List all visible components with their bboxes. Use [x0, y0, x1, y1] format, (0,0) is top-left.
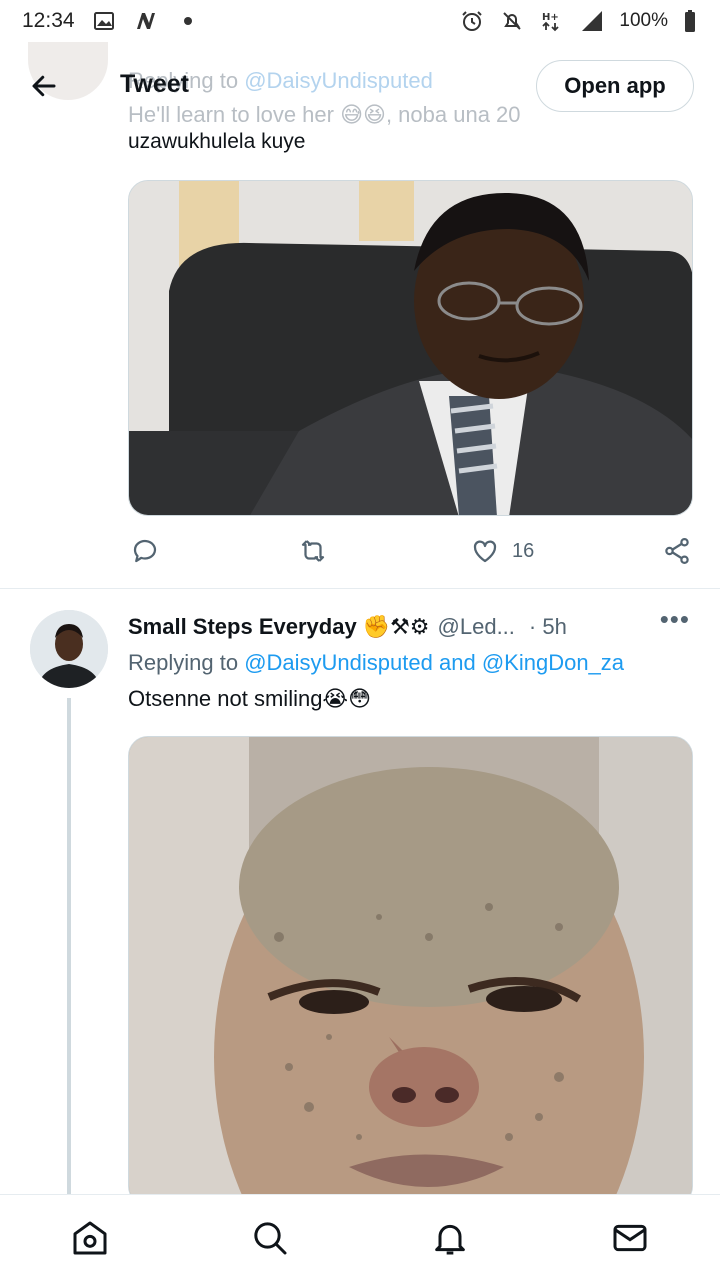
- avatar-photo: [30, 610, 108, 688]
- author-handle[interactable]: @Led...: [438, 614, 515, 640]
- nav-messages[interactable]: [600, 1208, 660, 1268]
- tweet-image-2[interactable]: [128, 736, 693, 1206]
- replying-to: Replying to @DaisyUndisputed and @KingDo…: [128, 650, 624, 676]
- thread-line: [67, 698, 71, 1198]
- gallery-icon: [91, 8, 117, 34]
- reply-handle-1[interactable]: @DaisyUndisputed: [244, 650, 433, 675]
- home-icon: [73, 1221, 107, 1254]
- hplus-icon: H+: [539, 8, 565, 34]
- replying-prefix: Replying to: [128, 650, 239, 675]
- author-name[interactable]: Small Steps Everyday: [128, 614, 357, 640]
- messages-icon: [613, 1224, 647, 1251]
- battery-percent: 100%: [619, 10, 668, 31]
- search-icon: [254, 1221, 287, 1254]
- mute-icon: [499, 8, 525, 34]
- tweet-text: Otsenne not smiling😭😳: [128, 686, 372, 711]
- svg-text:H+: H+: [542, 12, 559, 23]
- retweet-button[interactable]: [298, 536, 328, 566]
- status-time: 12:34: [22, 9, 75, 32]
- page-title: Tweet: [120, 70, 189, 98]
- tweet-header: Tweet Open app: [0, 40, 720, 132]
- reply-and: and: [438, 650, 476, 675]
- reply-handle-2[interactable]: @KingDon_za: [482, 650, 624, 675]
- tweet-image-1[interactable]: [128, 180, 693, 516]
- tweet-divider: [0, 588, 720, 589]
- notifications-icon: [435, 1224, 465, 1254]
- alarm-icon: [459, 8, 485, 34]
- like-button[interactable]: 16: [470, 536, 534, 566]
- previous-tweet-actions: 16: [128, 532, 698, 574]
- nav-notifications[interactable]: [420, 1208, 480, 1268]
- back-button[interactable]: [24, 66, 64, 106]
- signal-icon: [579, 8, 605, 34]
- more-options-icon[interactable]: •••: [660, 604, 690, 635]
- n-app-icon: [133, 8, 159, 34]
- battery-icon: [682, 8, 698, 34]
- share-button[interactable]: [662, 536, 692, 566]
- heart-icon: [473, 540, 497, 563]
- like-count: 16: [512, 539, 535, 562]
- tweet-author-row: Small Steps Everyday ✊⚒⚙ @Led... · 5h: [128, 611, 708, 643]
- nav-home[interactable]: [60, 1208, 120, 1268]
- retweet-icon: [301, 540, 325, 562]
- reply-button[interactable]: [130, 536, 160, 566]
- photo-face-closeup: [129, 737, 692, 1205]
- photo-man-in-suit: [129, 181, 692, 515]
- back-arrow-icon: [32, 75, 56, 97]
- dot-icon: [175, 8, 201, 34]
- share-icon: [665, 538, 689, 564]
- bottom-nav: [0, 1194, 720, 1280]
- avatar[interactable]: [30, 610, 108, 688]
- reply-icon: [133, 539, 157, 563]
- status-bar: 12:34 H+ 100%: [0, 0, 720, 42]
- open-app-button[interactable]: Open app: [536, 60, 694, 112]
- nav-search[interactable]: [240, 1208, 300, 1268]
- author-badges: ✊⚒⚙: [362, 614, 430, 639]
- tweet-time[interactable]: · 5h: [529, 614, 567, 640]
